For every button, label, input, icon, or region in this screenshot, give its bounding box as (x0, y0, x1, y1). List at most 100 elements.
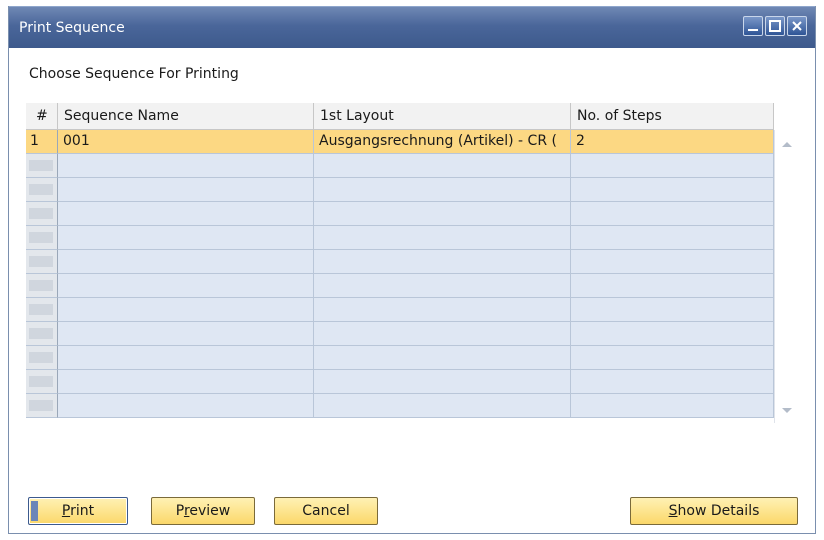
print-button[interactable]: Print (28, 497, 128, 525)
row-selector-handle[interactable] (29, 256, 53, 267)
steps-cell[interactable]: 2 (571, 130, 774, 154)
row-selector-handle[interactable] (29, 304, 53, 315)
table-row[interactable] (26, 250, 774, 274)
show-details-label: how Details (677, 503, 760, 519)
table-cell[interactable] (58, 394, 314, 418)
row-selector-handle[interactable] (29, 376, 53, 387)
print-button-focus-edge (31, 501, 38, 521)
table-cell[interactable] (58, 298, 314, 322)
table-row[interactable] (26, 202, 774, 226)
table-cell[interactable] (314, 394, 571, 418)
row-number[interactable] (26, 394, 58, 418)
table-cell[interactable] (571, 394, 774, 418)
row-selector-handle[interactable] (29, 352, 53, 363)
scroll-down-icon[interactable] (781, 405, 793, 415)
table-cell[interactable] (571, 250, 774, 274)
table-cell[interactable] (58, 202, 314, 226)
table-row[interactable] (26, 346, 774, 370)
table-cell[interactable] (571, 226, 774, 250)
window-title: Print Sequence (19, 20, 125, 36)
table-cell[interactable] (571, 202, 774, 226)
table-cell[interactable] (571, 322, 774, 346)
table-row[interactable] (26, 178, 774, 202)
table-row[interactable] (26, 394, 774, 418)
show-details-hotkey: S (668, 503, 678, 519)
row-selector-handle[interactable] (29, 184, 53, 195)
sequence-table: # Sequence Name 1st Layout No. of Steps … (26, 103, 799, 423)
table-cell[interactable] (58, 370, 314, 394)
table-cell[interactable] (58, 178, 314, 202)
table-cell[interactable] (314, 226, 571, 250)
row-number[interactable] (26, 202, 58, 226)
table-cell[interactable] (58, 322, 314, 346)
minimize-icon (748, 29, 758, 31)
table-cell[interactable] (571, 178, 774, 202)
preview-button[interactable]: Preview (151, 497, 255, 525)
print-hotkey: P (61, 503, 71, 519)
row-number[interactable] (26, 250, 58, 274)
table-cell[interactable] (314, 322, 571, 346)
table-cell[interactable] (58, 346, 314, 370)
table-cell[interactable] (314, 370, 571, 394)
column-header-sequence-name[interactable]: Sequence Name (58, 103, 314, 130)
row-number[interactable] (26, 226, 58, 250)
cancel-button[interactable]: Cancel (274, 497, 378, 525)
row-selector-handle[interactable] (29, 328, 53, 339)
first-layout-cell[interactable]: Ausgangsrechnung (Artikel) - CR ( (314, 130, 571, 154)
column-header-steps[interactable]: No. of Steps (571, 103, 774, 130)
table-scrollbar[interactable] (774, 130, 799, 423)
title-bar[interactable]: Print Sequence (9, 6, 815, 48)
table-cell[interactable] (314, 154, 571, 178)
table-row[interactable]: 1 001 Ausgangsrechnung (Artikel) - CR ( … (26, 130, 774, 154)
table-cell[interactable] (58, 226, 314, 250)
row-selector-handle[interactable] (29, 280, 53, 291)
table-row[interactable] (26, 274, 774, 298)
column-header-number[interactable]: # (26, 103, 58, 130)
row-number[interactable]: 1 (26, 130, 58, 154)
row-number[interactable] (26, 322, 58, 346)
row-selector-handle[interactable] (29, 400, 53, 411)
choose-sequence-label: Choose Sequence For Printing (29, 66, 239, 82)
table-row[interactable] (26, 370, 774, 394)
table-cell[interactable] (571, 298, 774, 322)
close-button[interactable] (787, 16, 807, 36)
row-selector-handle[interactable] (29, 160, 53, 171)
row-selector-handle[interactable] (29, 208, 53, 219)
table-cell[interactable] (571, 154, 774, 178)
column-header-first-layout[interactable]: 1st Layout (314, 103, 571, 130)
table-row[interactable] (26, 226, 774, 250)
row-number[interactable] (26, 154, 58, 178)
minimize-button[interactable] (743, 16, 763, 36)
scroll-up-icon[interactable] (781, 140, 793, 150)
table-cell[interactable] (571, 370, 774, 394)
table-cell[interactable] (314, 202, 571, 226)
table-cell[interactable] (314, 178, 571, 202)
table-cell[interactable] (571, 274, 774, 298)
table-cell[interactable] (314, 274, 571, 298)
table-row[interactable] (26, 298, 774, 322)
row-number[interactable] (26, 298, 58, 322)
table-cell[interactable] (58, 274, 314, 298)
row-number[interactable] (26, 178, 58, 202)
show-details-button[interactable]: Show Details (630, 497, 798, 525)
table-cell[interactable] (58, 250, 314, 274)
row-number[interactable] (26, 370, 58, 394)
table-cell[interactable] (314, 346, 571, 370)
preview-label-start: P (175, 503, 184, 519)
close-icon (792, 21, 802, 31)
cancel-label: Cancel (302, 503, 350, 519)
table-cell[interactable] (314, 298, 571, 322)
row-number[interactable] (26, 346, 58, 370)
table-row[interactable] (26, 154, 774, 178)
row-number[interactable] (26, 274, 58, 298)
table-cell[interactable] (58, 154, 314, 178)
table-row[interactable] (26, 322, 774, 346)
sequence-name-cell[interactable]: 001 (58, 130, 314, 154)
table-cell[interactable] (571, 346, 774, 370)
maximize-button[interactable] (765, 16, 785, 36)
print-sequence-window: Print Sequence Choose Sequence For Print… (8, 6, 816, 534)
preview-label-rest: eview (189, 503, 231, 519)
row-selector-handle[interactable] (29, 232, 53, 243)
maximize-icon (769, 20, 781, 32)
table-cell[interactable] (314, 250, 571, 274)
